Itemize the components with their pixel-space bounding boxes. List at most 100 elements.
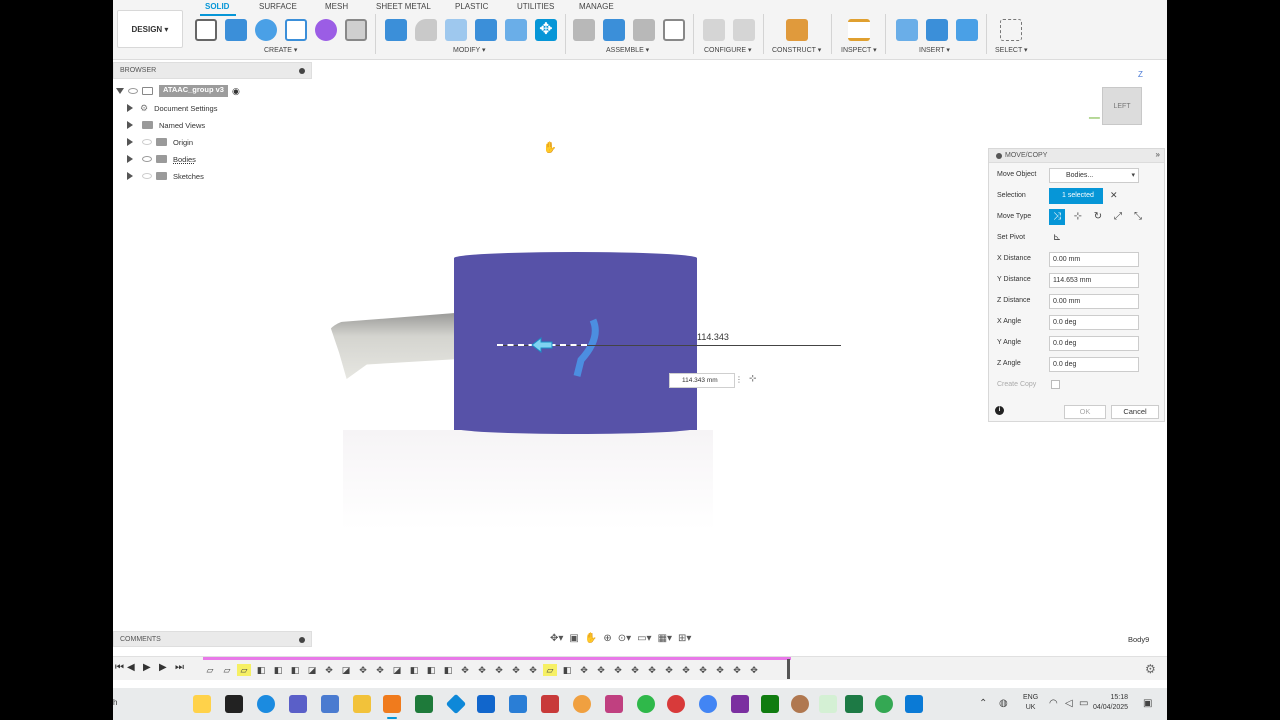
expand-triangle-icon[interactable] [126,138,134,146]
expand-triangle-icon[interactable] [126,172,134,180]
browser-item-bodies[interactable]: Bodies [126,152,196,166]
browser-item-named-views[interactable]: Named Views [126,118,205,132]
grid-settings-icon[interactable]: ▦▾ [658,633,672,644]
construct-plane-icon[interactable] [786,19,808,41]
taskbar-search-text[interactable]: h [113,698,117,707]
file-explorer-icon[interactable] [353,695,371,713]
timeline-feature-move-icon[interactable]: ✥ [322,664,336,676]
dialog-header[interactable]: MOVE/COPY » [989,149,1164,163]
x-distance-input[interactable]: 0.00 mm [1049,252,1139,267]
language-indicator[interactable]: ENG UK [1023,693,1038,713]
set-pivot-icon[interactable]: ⊾ [1049,230,1065,246]
as-built-joint-icon[interactable] [633,19,655,41]
timeline-feature-move-icon[interactable]: ✥ [662,664,676,676]
tray-overflow-icon[interactable]: ⌃ [979,698,987,709]
timeline-feature-move-icon[interactable]: ✥ [492,664,506,676]
tab-utilities[interactable]: UTILITIES [517,2,554,11]
new-component-icon[interactable] [573,19,595,41]
tab-surface[interactable]: SURFACE [259,2,297,11]
collapse-triangle-icon[interactable] [116,87,124,95]
timeline-feature-extrude-icon[interactable]: ◧ [407,664,421,676]
timeline-feature-extrude-icon[interactable]: ◧ [560,664,574,676]
wifi-icon[interactable]: ◠ [1049,698,1058,709]
timeline-feature-move-icon[interactable]: ✥ [526,664,540,676]
timeline-feature-move-icon[interactable]: ✥ [696,664,710,676]
y-distance-input[interactable]: 114.653 mm [1049,273,1139,288]
tab-sheet-metal[interactable]: SHEET METAL [376,2,431,11]
app-icon[interactable] [573,695,591,713]
point-to-position-icon[interactable]: ⤡ [1130,209,1146,225]
press-pull-icon[interactable] [385,19,407,41]
timeline-feature-move-icon[interactable]: ✥ [356,664,370,676]
chrome-icon[interactable] [699,695,717,713]
shell-icon[interactable] [445,19,467,41]
configure-table-icon[interactable] [733,19,755,41]
y-angle-input[interactable]: 0.0 deg [1049,336,1139,351]
fin-body-gray[interactable] [329,313,455,379]
rotate-icon[interactable]: ↻ [1090,209,1106,225]
timeline-feature-extrude-icon[interactable]: ◧ [424,664,438,676]
visibility-eye-icon[interactable] [128,88,138,94]
chrome-profile-icon[interactable] [875,695,893,713]
app-icon[interactable] [637,695,655,713]
timeline-prev-icon[interactable]: ◀ [127,662,135,673]
timeline-play-icon[interactable]: ▶ [143,662,151,673]
visibility-eye-icon[interactable] [142,139,152,145]
translate-xyz-icon[interactable]: ⊹ [1070,209,1086,225]
workspace-switcher-button[interactable]: DESIGN ▾ [117,10,183,48]
timeline-feature-fillet-icon[interactable]: ◪ [339,664,353,676]
construct-group-label[interactable]: CONSTRUCT ▾ [772,46,821,54]
pin-icon[interactable] [299,637,305,643]
clear-selection-icon[interactable]: ✕ [1110,190,1118,201]
free-move-icon[interactable]: ⤨ [1049,209,1065,225]
timeline-feature-fillet-icon[interactable]: ◪ [390,664,404,676]
app-icon[interactable] [819,695,837,713]
timeline-feature-sketch-icon[interactable]: ▱ [220,664,234,676]
form-icon[interactable] [315,19,337,41]
timeline-feature-extrude-icon[interactable]: ◧ [271,664,285,676]
app-icon[interactable] [321,695,339,713]
teams-icon[interactable] [289,695,307,713]
selection-chip[interactable]: 1 selected [1049,188,1103,204]
window-select-icon[interactable] [1000,19,1022,41]
viewports-icon[interactable]: ⊞▾ [678,633,691,644]
info-icon[interactable]: i [995,406,1004,415]
tray-app-icon[interactable]: ◍ [999,698,1008,709]
create-copy-checkbox[interactable] [1051,380,1060,389]
timeline-marker[interactable] [787,659,790,679]
timeline-feature-sketch-icon[interactable]: ▱ [203,664,217,676]
timeline-feature-sketch-icon[interactable]: ▱ [543,664,557,676]
loft-icon[interactable] [345,19,367,41]
timeline-feature-move-icon[interactable]: ✥ [458,664,472,676]
expand-chevron-icon[interactable]: » [1156,150,1160,159]
fusion-360-icon[interactable] [383,695,401,713]
visibility-eye-icon[interactable] [142,173,152,179]
z-distance-input[interactable]: 0.00 mm [1049,294,1139,309]
move-copy-icon[interactable]: ✥ [535,19,557,41]
timeline-feature-move-icon[interactable]: ✥ [611,664,625,676]
viewcube[interactable]: LEFT [1102,87,1142,125]
timeline-feature-extrude-icon[interactable]: ◧ [254,664,268,676]
create-group-label[interactable]: CREATE ▾ [264,46,297,54]
extrude-icon[interactable] [225,19,247,41]
point-to-point-icon[interactable]: ⤢ [1110,209,1126,225]
timeline-feature-move-icon[interactable]: ✥ [475,664,489,676]
expand-triangle-icon[interactable] [126,155,134,163]
notification-bell-icon[interactable]: ▣ [1143,698,1152,709]
timeline-feature-move-icon[interactable]: ✥ [713,664,727,676]
zoom-icon[interactable]: ⊙▾ [618,633,631,644]
insert-canvas-icon[interactable] [956,19,978,41]
edge-browser-icon[interactable] [257,695,275,713]
orbit-icon[interactable]: ✥▾ [550,633,563,644]
tab-manage[interactable]: MANAGE [579,2,614,11]
ok-button[interactable]: OK [1064,405,1106,419]
widgets-icon[interactable] [193,695,211,713]
timeline-feature-extrude-icon[interactable]: ◧ [288,664,302,676]
zoom-window-icon[interactable]: ⊕ [603,633,611,644]
insert-component-icon[interactable] [926,19,948,41]
onenote-icon[interactable] [731,695,749,713]
create-sketch-icon[interactable] [195,19,217,41]
app-icon[interactable] [667,695,685,713]
pan-icon[interactable]: ✋ [585,633,597,644]
battery-icon[interactable]: ▭ [1079,698,1088,709]
